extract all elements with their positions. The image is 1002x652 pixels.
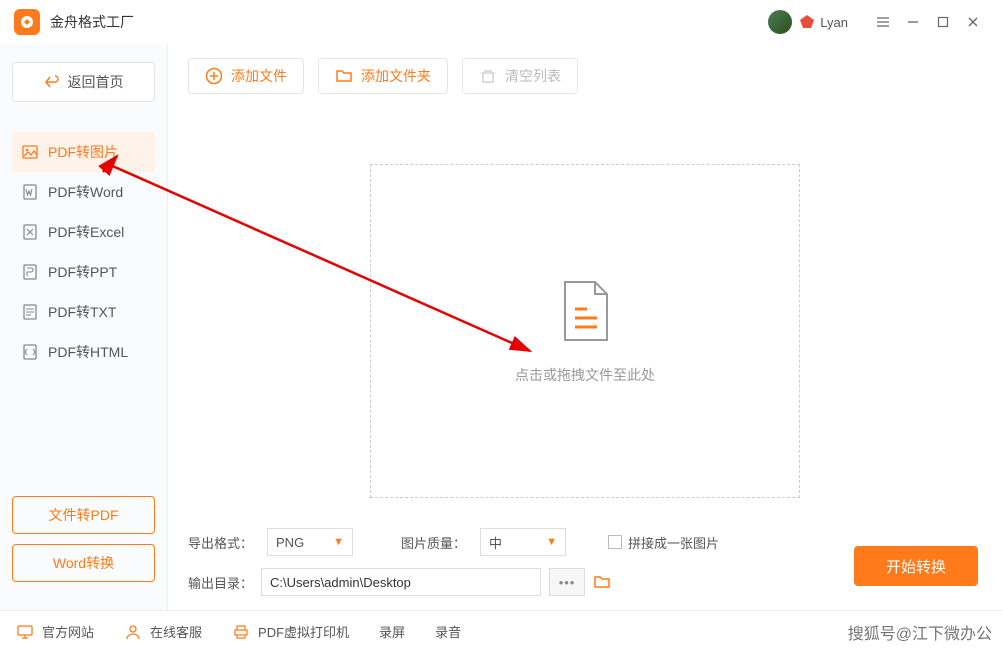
sidebar-item-label: PDF转TXT — [48, 302, 116, 322]
image-quality-value: 中 — [489, 533, 502, 552]
footer-screen-record[interactable]: 录屏 — [379, 622, 405, 641]
content-area: 添加文件 添加文件夹 清空列表 点击或拖拽文件至此处 导出格式： — [168, 44, 1002, 610]
footer-official-site[interactable]: 官方网站 — [16, 622, 94, 641]
back-arrow-icon — [44, 74, 60, 90]
file-to-pdf-button[interactable]: 文件转PDF — [12, 496, 155, 534]
merge-label: 拼接成一张图片 — [628, 533, 719, 552]
headset-icon — [124, 623, 142, 641]
browse-button[interactable]: ••• — [549, 568, 585, 596]
footer-online-service[interactable]: 在线客服 — [124, 622, 202, 641]
export-format-label: 导出格式： — [188, 533, 253, 552]
sidebar-item-label: PDF转HTML — [48, 342, 128, 362]
sidebar-item-label: PDF转图片 — [48, 142, 118, 162]
back-home-button[interactable]: 返回首页 — [12, 62, 155, 102]
sidebar-item-label: PDF转Excel — [48, 222, 124, 242]
footer-audio-record[interactable]: 录音 — [435, 622, 461, 641]
merge-checkbox[interactable]: 拼接成一张图片 — [608, 533, 719, 552]
monitor-icon — [16, 623, 34, 641]
dropzone-hint: 点击或拖拽文件至此处 — [515, 365, 655, 385]
checkbox-box-icon — [608, 535, 622, 549]
folder-icon — [335, 67, 353, 85]
word-icon — [22, 184, 38, 200]
open-folder-icon[interactable] — [593, 573, 611, 591]
printer-icon — [232, 623, 250, 641]
trash-icon — [479, 67, 497, 85]
close-button[interactable] — [958, 7, 988, 37]
add-file-label: 添加文件 — [231, 66, 287, 86]
export-format-value: PNG — [276, 535, 304, 550]
toolbar: 添加文件 添加文件夹 清空列表 — [188, 58, 982, 94]
username-label[interactable]: Lyan — [820, 15, 848, 30]
footer-label: 官方网站 — [42, 622, 94, 641]
chevron-down-icon: ▼ — [546, 536, 557, 548]
watermark-text: 搜狐号@江下微办公 — [848, 620, 992, 644]
app-logo-icon — [14, 9, 40, 35]
footer-label: PDF虚拟打印机 — [258, 622, 349, 641]
footer-virtual-printer[interactable]: PDF虚拟打印机 — [232, 622, 349, 641]
add-file-button[interactable]: 添加文件 — [188, 58, 304, 94]
app-title: 金舟格式工厂 — [50, 12, 134, 32]
image-quality-select[interactable]: 中 ▼ — [480, 528, 566, 556]
footer-label: 在线客服 — [150, 622, 202, 641]
chevron-down-icon: ▼ — [333, 536, 344, 548]
output-dir-label: 输出目录： — [188, 573, 253, 592]
add-folder-button[interactable]: 添加文件夹 — [318, 58, 448, 94]
ppt-icon — [22, 264, 38, 280]
dropzone[interactable]: 点击或拖拽文件至此处 — [370, 164, 800, 498]
menu-button[interactable] — [868, 7, 898, 37]
sidebar-item-pdf-to-txt[interactable]: PDF转TXT — [12, 292, 155, 332]
txt-icon — [22, 304, 38, 320]
clear-list-button[interactable]: 清空列表 — [462, 58, 578, 94]
image-icon — [22, 144, 38, 160]
back-label: 返回首页 — [68, 72, 124, 92]
user-avatar[interactable] — [768, 10, 792, 34]
start-convert-button[interactable]: 开始转换 — [854, 546, 978, 586]
add-folder-label: 添加文件夹 — [361, 66, 431, 86]
sidebar-item-pdf-to-ppt[interactable]: PDF转PPT — [12, 252, 155, 292]
document-icon — [555, 277, 615, 347]
sidebar-item-pdf-to-image[interactable]: PDF转图片 — [12, 132, 155, 172]
sidebar-item-pdf-to-word[interactable]: PDF转Word — [12, 172, 155, 212]
plus-circle-icon — [205, 67, 223, 85]
sidebar-item-pdf-to-html[interactable]: PDF转HTML — [12, 332, 155, 372]
sidebar: 返回首页 PDF转图片 PDF转Word PDF转Excel PDF转PPT P… — [0, 44, 168, 610]
footer-label: 录音 — [435, 622, 461, 641]
vip-badge-icon — [798, 13, 816, 31]
sidebar-item-label: PDF转Word — [48, 182, 123, 202]
footer-label: 录屏 — [379, 622, 405, 641]
clear-list-label: 清空列表 — [505, 66, 561, 86]
output-dir-input[interactable] — [261, 568, 541, 596]
maximize-button[interactable] — [928, 7, 958, 37]
word-convert-button[interactable]: Word转换 — [12, 544, 155, 582]
sidebar-item-pdf-to-excel[interactable]: PDF转Excel — [12, 212, 155, 252]
html-icon — [22, 344, 38, 360]
export-format-select[interactable]: PNG ▼ — [267, 528, 353, 556]
titlebar: 金舟格式工厂 Lyan — [0, 0, 1002, 44]
minimize-button[interactable] — [898, 7, 928, 37]
image-quality-label: 图片质量： — [401, 533, 466, 552]
excel-icon — [22, 224, 38, 240]
sidebar-item-label: PDF转PPT — [48, 262, 117, 282]
